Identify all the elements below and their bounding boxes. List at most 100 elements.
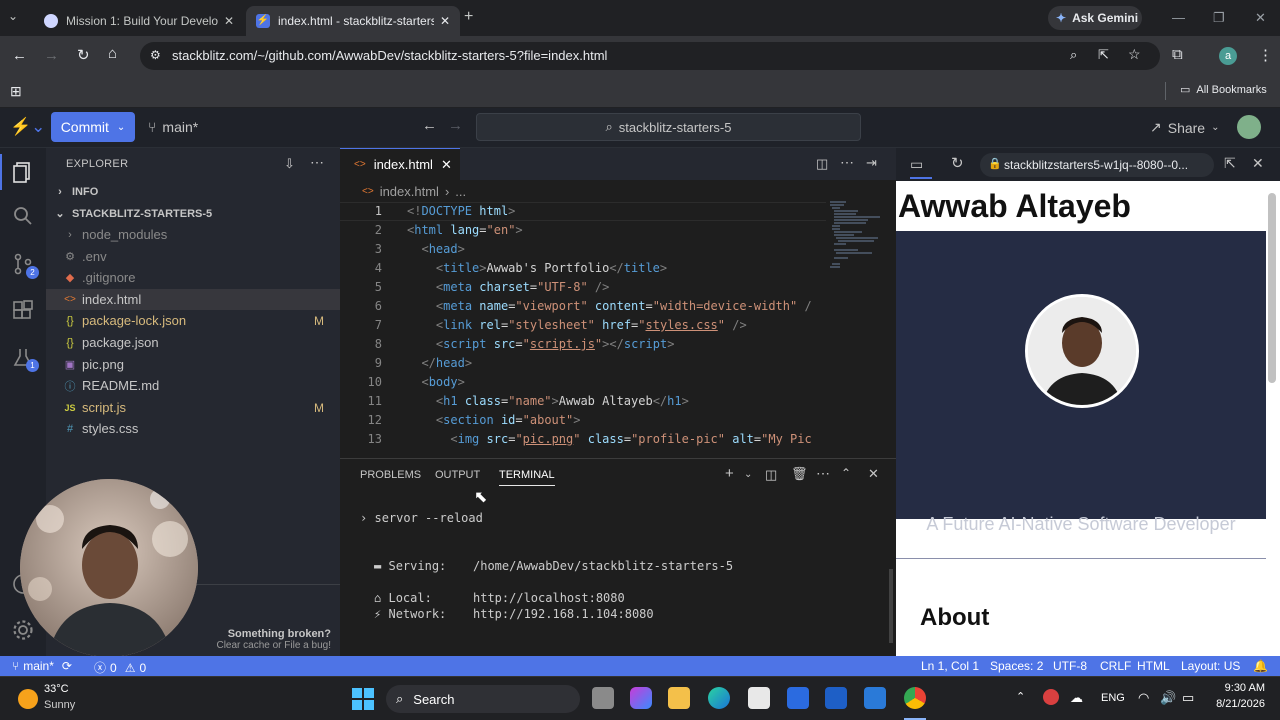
minimize-icon[interactable]: — [1172,10,1185,25]
info-section-header[interactable]: › INFO [46,181,340,202]
panel-more-icon[interactable]: ⋯ [816,465,830,482]
reload-icon[interactable]: ↻ [77,46,90,64]
device-preview-icon[interactable]: ▭ [910,156,923,173]
status-encoding[interactable]: UTF-8 [1053,659,1087,673]
settings-gear-icon[interactable] [11,618,35,642]
chrome-icon[interactable] [904,687,926,709]
status-layout[interactable]: Layout: US [1181,659,1240,673]
battery-icon[interactable]: ▭ [1182,690,1194,706]
ask-gemini-button[interactable]: ✦ Ask Gemini [1048,6,1142,30]
sun-weather-icon[interactable] [18,689,38,709]
copilot-icon[interactable] [630,687,652,709]
tree-item-index-html[interactable]: <> index.html [46,289,340,310]
more-actions-icon[interactable]: ⋯ [310,154,324,171]
status-position[interactable]: Ln 1, Col 1 [921,659,979,673]
terminal-scrollbar[interactable] [889,569,893,643]
address-bar[interactable]: ⚙ stackblitz.com/~/github.com/AwwabDev/s… [140,42,1160,70]
maximize-panel-icon[interactable]: ⌃ [841,466,851,480]
close-window-icon[interactable]: ✕ [1255,10,1266,26]
status-branch[interactable]: ⑂ main* ⟳ [12,659,72,673]
new-terminal-icon[interactable]: + [725,465,734,482]
home-icon[interactable]: ⌂ [108,45,117,62]
bookmark-star-icon[interactable]: ☆ [1128,46,1141,63]
minimap[interactable] [828,200,884,270]
outlook-icon[interactable] [864,687,886,709]
split-terminal-icon[interactable]: ◫ [765,467,777,483]
close-icon[interactable]: ✕ [441,157,452,173]
status-problems[interactable]: ⓧ 0 ⚠ 0 [94,659,146,676]
apps-grid-icon[interactable]: ⊞ [10,83,22,100]
word-icon[interactable] [825,687,847,709]
notifications-bell-icon[interactable]: 🔔 [1253,659,1268,673]
tree-item-pic-png[interactable]: ▣ pic.png [46,354,340,375]
new-tab-icon[interactable]: + [464,8,473,26]
zoom-icon[interactable]: ⌕ [1070,47,1077,63]
nav-back-icon[interactable]: ← [422,117,437,134]
windows-start-icon[interactable] [352,688,374,710]
toggle-preview-icon[interactable]: ⇥ [866,155,877,171]
local-url[interactable]: http://localhost:8080 [473,591,625,605]
commit-button[interactable]: Commit ⌄ [51,112,135,142]
weather-temp[interactable]: 33°C [44,683,69,695]
tab-problems[interactable]: PROBLEMS [360,469,421,481]
close-tab-icon[interactable]: ✕ [224,14,234,28]
tab-terminal[interactable]: TERMINAL [499,469,555,486]
volume-icon[interactable]: 🔊 [1160,690,1176,706]
refresh-preview-icon[interactable]: ↻ [951,154,964,172]
microsoft-store-icon[interactable] [748,687,770,709]
editor-tab-index-html[interactable]: <> index.html ✕ [340,148,460,180]
status-spaces[interactable]: Spaces: 2 [990,659,1043,673]
clock-time[interactable]: 9:30 AM [1213,682,1265,694]
clock-date[interactable]: 8/21/2026 [1203,698,1265,710]
trash-icon[interactable]: 🗑 [791,466,808,482]
all-bookmarks-button[interactable]: ▭ All Bookmarks [1180,83,1267,97]
browser-tab-stackblitz[interactable]: ⚡ index.html - stackblitz-starters-5 ✕ [246,6,460,36]
vscode-icon[interactable] [787,687,809,709]
weather-desc[interactable]: Sunny [44,699,75,711]
explorer-files-icon[interactable] [11,160,35,184]
extensions-icon[interactable]: ⧉ [1172,46,1183,63]
browser-menu-icon[interactable]: ⋮ [1258,46,1273,64]
download-icon[interactable]: ⇩ [284,156,295,172]
browser-tab-mission[interactable]: Mission 1: Build Your Developer ✕ [34,6,244,36]
open-in-new-tab-icon[interactable]: ⇱ [1224,155,1236,172]
forward-icon[interactable]: → [44,47,59,64]
tree-item-styles-css[interactable]: # styles.css [46,418,340,439]
install-icon[interactable]: ⇱ [1098,47,1109,63]
split-editor-icon[interactable]: ◫ [816,156,828,172]
tab-output[interactable]: OUTPUT [435,469,480,481]
nav-forward-icon[interactable]: → [448,117,463,134]
stackblitz-logo-icon[interactable]: ⚡⌄ [10,117,45,137]
tree-item-gitignore[interactable]: ◆ .gitignore [46,267,340,288]
editor-more-icon[interactable]: ⋯ [840,154,854,171]
tree-item-package-lock[interactable]: {} package-lock.json M [46,310,340,331]
tab-search-icon[interactable]: ⌄ [8,9,18,23]
site-info-icon[interactable]: ⚙ [150,48,161,62]
project-search-input[interactable]: ⌕ stackblitz-starters-5 [476,113,861,141]
breadcrumb-file[interactable]: index.html [380,184,439,199]
tree-item-readme[interactable]: ⓘ README.md [46,375,340,396]
chevron-up-icon[interactable]: ⌃ [1016,690,1025,703]
status-language[interactable]: HTML [1137,659,1170,673]
restore-icon[interactable]: ❐ [1213,10,1225,26]
branch-selector[interactable]: ⑂ main* [148,119,198,135]
close-panel-icon[interactable]: ✕ [868,466,879,482]
close-tab-icon[interactable]: ✕ [440,14,450,28]
status-eol[interactable]: CRLF [1100,659,1131,673]
share-button[interactable]: ↗ Share ⌄ [1150,119,1219,136]
search-icon[interactable] [11,204,35,228]
task-view-icon[interactable] [592,687,614,709]
extensions-icon[interactable] [11,300,35,324]
tree-item-env[interactable]: ⚙ .env [46,246,340,267]
tree-item-package-json[interactable]: {} package.json [46,332,340,353]
profile-avatar[interactable]: a [1219,47,1237,65]
code-editor[interactable]: <> index.html ✕ ◫ ⋯ ⇥ <> index.html › ..… [340,148,896,458]
tree-item-node-modules[interactable]: › node_modules [46,224,340,245]
file-explorer-icon[interactable] [668,687,690,709]
close-preview-icon[interactable]: ✕ [1252,155,1264,172]
user-avatar[interactable] [1237,115,1261,139]
tray-app-icon[interactable] [1043,689,1059,705]
chevron-down-icon[interactable]: ⌄ [744,469,752,480]
preview-scrollbar[interactable] [1268,193,1276,383]
input-language[interactable]: ENG [1101,692,1125,704]
